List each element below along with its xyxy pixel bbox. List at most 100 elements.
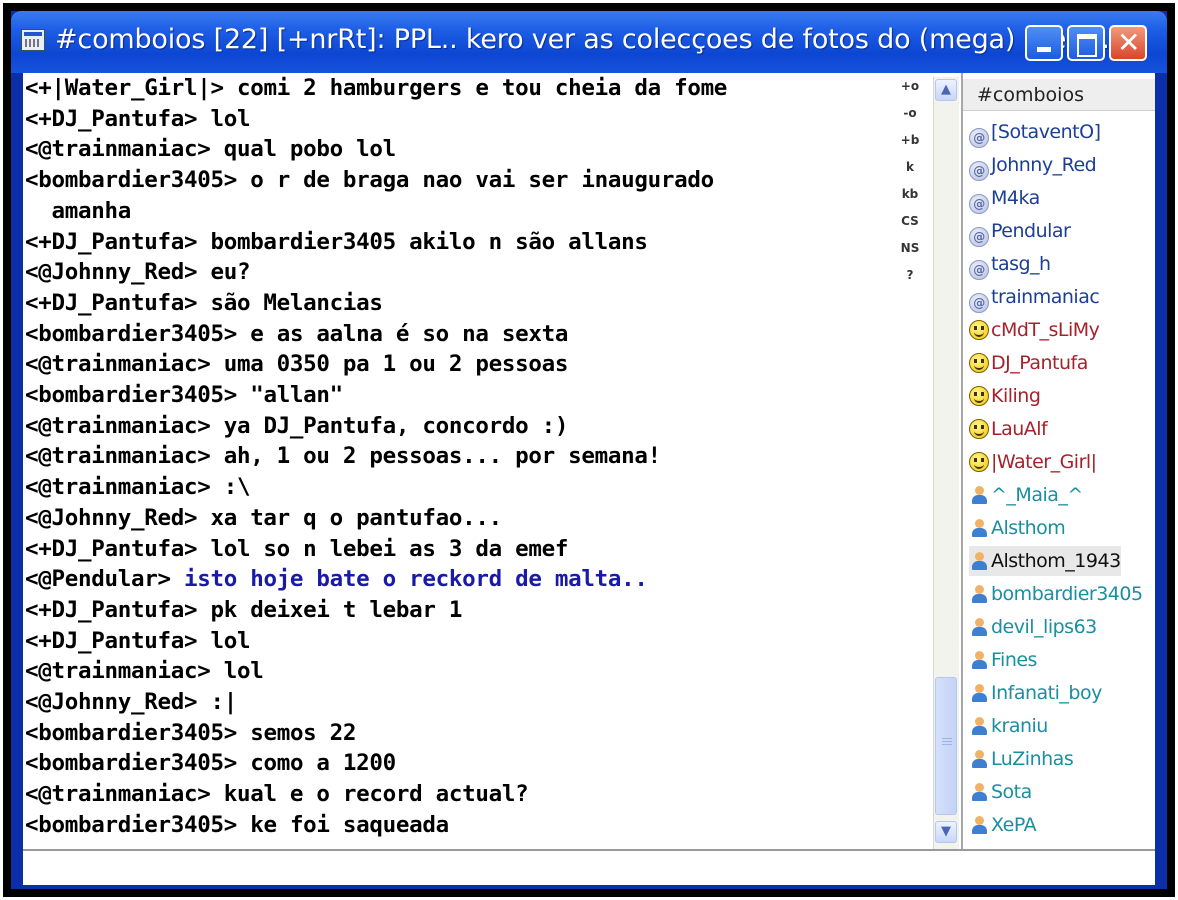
nick-list-item[interactable]: XePA bbox=[969, 810, 1037, 840]
user-icon bbox=[969, 815, 989, 835]
nick-list[interactable]: #comboios @ [SotaventO] @ Johnny_Red @ M4ka @ P… bbox=[961, 73, 1155, 849]
scroll-thumb[interactable] bbox=[935, 677, 957, 815]
nick-list-item[interactable]: @ Johnny_Red bbox=[969, 150, 1097, 181]
chat-line: <bombardier3405> como a 1200 bbox=[25, 750, 396, 776]
nick-list-item[interactable]: LuZinhas bbox=[969, 744, 1074, 774]
mode-button[interactable]: k bbox=[898, 160, 922, 174]
chat-line: <@Pendular> isto hoje bate o reckord de … bbox=[25, 566, 648, 592]
chat-nick[interactable]: <@Johnny_Red> bbox=[25, 689, 198, 715]
chat-log[interactable]: <+|Water_Girl|> comi 2 hamburgers e tou … bbox=[23, 73, 893, 849]
minimize-button[interactable] bbox=[1025, 25, 1063, 61]
chat-message: :| bbox=[197, 689, 237, 715]
scroll-down-button[interactable]: ▼ bbox=[935, 821, 957, 843]
chat-nick[interactable]: <bombardier3405> bbox=[25, 321, 237, 347]
chat-nick[interactable]: <+|Water_Girl|> bbox=[25, 75, 224, 101]
nick-name: Alsthom_1943 bbox=[991, 550, 1121, 572]
app-window-icon[interactable] bbox=[21, 29, 45, 51]
nick-list-item[interactable]: @ Pendular bbox=[969, 216, 1071, 247]
chat-line: <@trainmaniac> kual e o record actual? bbox=[25, 781, 529, 807]
chat-message: amanha bbox=[25, 197, 131, 224]
chat-message: qual pobo lol bbox=[210, 136, 397, 163]
chat-nick[interactable]: <bombardier3405> bbox=[25, 812, 237, 838]
chat-nick[interactable]: <@trainmaniac> bbox=[25, 413, 211, 439]
user-icon bbox=[969, 518, 989, 538]
chat-nick[interactable]: <@Pendular> bbox=[25, 566, 171, 592]
nick-list-item[interactable]: Alsthom bbox=[969, 513, 1066, 543]
scroll-up-button[interactable]: ▲ bbox=[935, 79, 957, 101]
maximize-icon bbox=[1077, 34, 1097, 57]
chat-message: comi 2 hamburgers e tou cheia da fome bbox=[223, 75, 728, 101]
chat-message: eu? bbox=[197, 259, 251, 286]
chat-message: são Melancias bbox=[197, 289, 383, 316]
nick-list-item[interactable]: cMdT_sLiMy bbox=[969, 315, 1100, 345]
chat-message: isto hoje bate o reckord de malta.. bbox=[170, 566, 648, 593]
nick-name: LauAlf bbox=[991, 418, 1048, 440]
nick-list-item[interactable]: Fines bbox=[969, 645, 1037, 675]
nick-list-item[interactable]: kraniu bbox=[969, 711, 1048, 741]
chat-scrollbar[interactable]: ▲ ▼ bbox=[933, 77, 959, 853]
nick-list-item[interactable]: DJ_Pantufa bbox=[969, 348, 1088, 378]
chat-nick[interactable]: <@trainmaniac> bbox=[25, 351, 211, 377]
mode-button[interactable]: CS bbox=[898, 214, 922, 228]
mode-button[interactable]: +b bbox=[898, 133, 922, 147]
nick-list-item[interactable]: @ [SotaventO] bbox=[969, 117, 1101, 148]
nick-list-item[interactable]: bombardier3405 bbox=[969, 579, 1143, 609]
chat-nick[interactable]: <@Johnny_Red> bbox=[25, 259, 198, 285]
nick-list-item[interactable]: @ tasg_h bbox=[969, 249, 1051, 280]
chat-nick[interactable]: <@trainmaniac> bbox=[25, 136, 211, 162]
nick-name: cMdT_sLiMy bbox=[991, 319, 1100, 341]
chat-nick[interactable]: <bombardier3405> bbox=[25, 167, 237, 193]
chat-line: <+|Water_Girl|> comi 2 hamburgers e tou … bbox=[25, 75, 727, 101]
chat-line: <@trainmaniac> ah, 1 ou 2 pessoas... por… bbox=[25, 443, 661, 469]
chat-line: <bombardier3405> e as aalna é so na sext… bbox=[25, 321, 568, 347]
nick-list-item[interactable]: Kiling bbox=[969, 381, 1041, 411]
chat-nick[interactable]: <bombardier3405> bbox=[25, 720, 237, 746]
chat-message: lol bbox=[197, 105, 251, 132]
nick-list-item[interactable]: Alsthom_1943 bbox=[969, 546, 1121, 576]
chat-line: <bombardier3405> o r de braga nao vai se… bbox=[25, 167, 714, 193]
chat-line: <+DJ_Pantufa> pk deixei t lebar 1 bbox=[25, 597, 462, 623]
smiley-icon bbox=[969, 419, 989, 439]
chat-line: <+DJ_Pantufa> lol bbox=[25, 628, 251, 654]
message-input[interactable] bbox=[23, 849, 1155, 885]
operator-icon: @ bbox=[969, 128, 989, 148]
chat-nick[interactable]: <@trainmaniac> bbox=[25, 474, 211, 500]
chat-nick[interactable]: <+DJ_Pantufa> bbox=[25, 628, 198, 654]
nick-list-item[interactable]: @ trainmaniac bbox=[969, 282, 1100, 313]
nick-list-item[interactable]: ^_Maia_^ bbox=[969, 480, 1083, 510]
mode-button[interactable]: NS bbox=[898, 241, 922, 255]
chat-message: o r de braga nao vai ser inaugurado bbox=[236, 167, 714, 194]
chat-nick[interactable]: <+DJ_Pantufa> bbox=[25, 229, 198, 255]
mode-button[interactable]: kb bbox=[898, 187, 922, 201]
nick-name: Infanati_boy bbox=[991, 682, 1102, 704]
chat-nick[interactable]: <+DJ_Pantufa> bbox=[25, 536, 198, 562]
nick-list-item[interactable]: Sota bbox=[969, 777, 1032, 807]
chat-nick[interactable]: <@trainmaniac> bbox=[25, 781, 211, 807]
mode-button[interactable]: ? bbox=[898, 268, 922, 282]
chat-nick[interactable]: <@trainmaniac> bbox=[25, 443, 211, 469]
chat-nick[interactable]: <+DJ_Pantufa> bbox=[25, 597, 198, 623]
mode-button[interactable]: +o bbox=[898, 79, 922, 93]
chat-message: pk deixei t lebar 1 bbox=[197, 596, 463, 623]
operator-icon: @ bbox=[969, 161, 989, 181]
user-icon bbox=[969, 617, 989, 637]
chat-nick[interactable]: <@Johnny_Red> bbox=[25, 505, 198, 531]
maximize-button[interactable] bbox=[1067, 25, 1105, 61]
chat-nick[interactable]: <@trainmaniac> bbox=[25, 658, 211, 684]
nick-list-item[interactable]: Infanati_boy bbox=[969, 678, 1102, 708]
mode-button[interactable]: -o bbox=[898, 106, 922, 120]
operator-icon: @ bbox=[969, 227, 989, 247]
nick-list-item[interactable]: devil_lips63 bbox=[969, 612, 1097, 642]
nick-list-item[interactable]: LauAlf bbox=[969, 414, 1048, 444]
chat-nick[interactable]: <+DJ_Pantufa> bbox=[25, 290, 198, 316]
chat-line: <@Johnny_Red> xa tar q o pantufao... bbox=[25, 505, 502, 531]
close-button[interactable]: ✕ bbox=[1109, 25, 1147, 61]
title-bar[interactable]: #comboios [22] [+nrRt]: PPL.. kero ver a… bbox=[11, 11, 1167, 73]
nick-list-item[interactable]: |Water_Girl| bbox=[969, 447, 1097, 477]
nick-list-item[interactable]: @ M4ka bbox=[969, 183, 1040, 214]
nick-name: Sota bbox=[991, 781, 1032, 803]
operator-icon: @ bbox=[969, 260, 989, 280]
chat-nick[interactable]: <bombardier3405> bbox=[25, 750, 237, 776]
chat-nick[interactable]: <bombardier3405> bbox=[25, 382, 237, 408]
chat-nick[interactable]: <+DJ_Pantufa> bbox=[25, 106, 198, 132]
